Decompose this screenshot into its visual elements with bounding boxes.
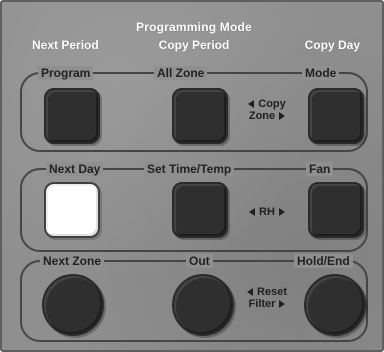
button-group-top: Program All Zone Mode Copy Zone	[20, 66, 368, 152]
mode-button-label: Mode	[302, 66, 340, 80]
all-zone-button-label: All Zone	[154, 66, 208, 80]
button-group-middle: Next Day Set Time/Temp Fan RH	[20, 162, 368, 252]
fan-button-label: Fan	[306, 162, 334, 176]
set-time-temp-button-label: Set Time/Temp	[144, 162, 235, 176]
reset-filter-line-2: Filter	[248, 298, 276, 310]
all-zone-button[interactable]	[172, 88, 228, 144]
copy-zone-line-1: Copy	[258, 98, 286, 110]
program-button-label: Program	[38, 66, 94, 80]
copy-day-label: Copy Day	[304, 38, 360, 52]
thermostat-control-panel: Programming Mode Next Period Copy Period…	[0, 0, 384, 352]
right-arrow-icon	[279, 112, 286, 121]
out-button-label: Out	[186, 254, 213, 268]
left-arrow-icon	[248, 100, 255, 109]
next-day-button[interactable]	[44, 182, 100, 238]
programming-mode-title: Programming Mode	[136, 20, 252, 34]
program-button[interactable]	[44, 88, 100, 144]
programming-mode-labels: Next Period Copy Period Copy Day	[2, 38, 384, 54]
out-button[interactable]	[172, 274, 234, 336]
rh-label: RH	[259, 206, 275, 218]
button-group-bottom: Next Zone Out Hold/End Reset Filter	[20, 254, 368, 342]
hold-end-button[interactable]	[304, 274, 366, 336]
copy-zone-line-2: Zone	[248, 110, 276, 122]
reset-filter-line-1: Reset	[257, 286, 287, 298]
mode-button[interactable]	[308, 88, 364, 144]
hold-end-button-label: Hold/End	[294, 254, 353, 268]
left-arrow-icon	[249, 208, 256, 217]
right-arrow-icon	[278, 208, 285, 217]
fan-button[interactable]	[308, 182, 364, 238]
next-day-button-label: Next Day	[46, 162, 104, 176]
rh-indicator: RH	[234, 206, 300, 218]
set-time-temp-button[interactable]	[172, 182, 228, 238]
next-zone-button[interactable]	[42, 274, 104, 336]
reset-filter-indicator: Reset Filter	[234, 286, 300, 310]
copy-zone-indicator: Copy Zone	[234, 98, 300, 122]
left-arrow-icon	[247, 288, 254, 297]
right-arrow-icon	[279, 300, 286, 309]
next-zone-button-label: Next Zone	[40, 254, 105, 268]
